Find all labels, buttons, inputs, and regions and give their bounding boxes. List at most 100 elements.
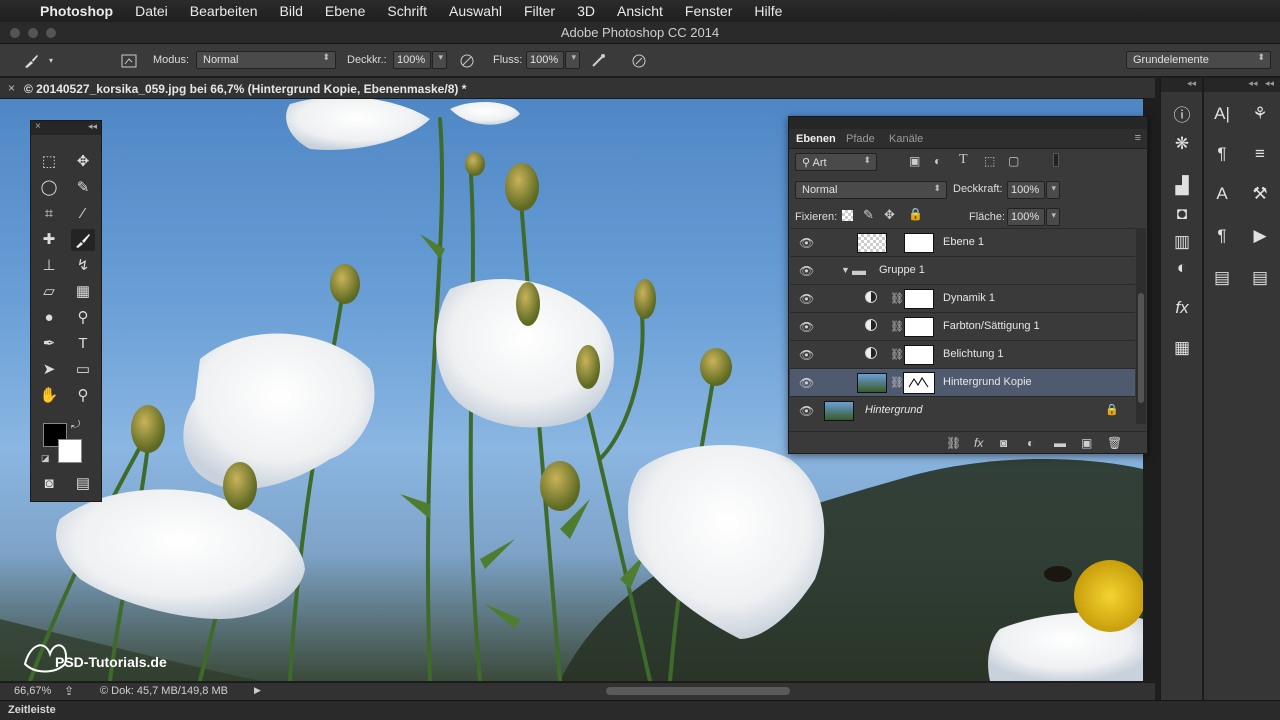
- swatches-icon[interactable]: ▦: [1168, 336, 1196, 360]
- play-icon[interactable]: ▶: [1246, 224, 1274, 248]
- brush-tool-preset-icon[interactable]: [22, 52, 40, 70]
- link-icon[interactable]: ⛓: [890, 348, 904, 361]
- trash-icon[interactable]: 🗑: [1107, 436, 1122, 450]
- default-colors-icon[interactable]: ◪: [41, 453, 50, 464]
- tab-kanaele[interactable]: Kanäle: [889, 133, 923, 145]
- lock-pixels-icon[interactable]: ✎: [863, 207, 874, 223]
- spot-healing-icon[interactable]: ✚: [37, 229, 61, 251]
- menu-app[interactable]: Photoshop: [40, 3, 113, 19]
- zoom-level[interactable]: 66,67%: [14, 685, 51, 697]
- tab-pfade[interactable]: Pfade: [846, 133, 875, 145]
- adjustments-icon[interactable]: ◐: [1168, 256, 1196, 280]
- menu-filter[interactable]: Filter: [524, 3, 555, 19]
- layer-filter-select[interactable]: ⚲ Art ⬍: [795, 153, 877, 171]
- document-tab[interactable]: × © 20140527_korsika_059.jpg bei 66,7% (…: [0, 78, 1155, 99]
- panel-menu-icon[interactable]: ≡: [1135, 132, 1141, 144]
- brush-panel-icon[interactable]: ⚘: [1246, 102, 1274, 126]
- blend-mode-select[interactable]: Normal ⬍: [795, 181, 947, 199]
- lock-all-icon[interactable]: 🔒: [908, 207, 923, 221]
- clone-stamp-icon[interactable]: ⊥: [37, 255, 61, 277]
- opacity-input[interactable]: 100%: [1007, 181, 1045, 199]
- link-layers-icon[interactable]: ⛓: [946, 436, 961, 450]
- scrollbar-thumb[interactable]: [1138, 293, 1144, 403]
- menu-ebene[interactable]: Ebene: [325, 3, 365, 19]
- layer-row-dynamik-1[interactable]: 👁 ⛓ Dynamik 1: [790, 284, 1135, 312]
- filter-shape-icon[interactable]: ⬚: [984, 154, 995, 168]
- layer-row-belichtung-1[interactable]: 👁 ⛓ Belichtung 1: [790, 340, 1135, 368]
- move-tool-icon[interactable]: ✥: [71, 151, 95, 173]
- add-mask-icon[interactable]: ◙: [1000, 436, 1007, 450]
- character-styles-icon[interactable]: A: [1208, 182, 1236, 206]
- menu-ansicht[interactable]: Ansicht: [617, 3, 663, 19]
- fluss-input[interactable]: 100%: [526, 51, 564, 69]
- layer-row-farbton-saettigung-1[interactable]: 👁 ⛓ Farbton/Sättigung 1: [790, 312, 1135, 340]
- collapse-icon[interactable]: ◂◂: [88, 121, 97, 132]
- layer-row-gruppe-1[interactable]: 👁 ▼ ▬ Gruppe 1: [790, 256, 1135, 284]
- quick-mask-icon[interactable]: ◙: [37, 473, 61, 495]
- screen-mode-icon[interactable]: ▤: [71, 473, 95, 495]
- blur-icon[interactable]: ●: [37, 307, 61, 329]
- path-selection-icon[interactable]: ➤: [37, 359, 61, 381]
- lock-position-icon[interactable]: ✥: [884, 207, 895, 223]
- navigator-icon[interactable]: ❋: [1168, 132, 1196, 156]
- character-icon[interactable]: A|: [1208, 102, 1236, 126]
- airbrush-icon[interactable]: [590, 52, 608, 70]
- history-brush-icon[interactable]: ↯: [71, 255, 95, 277]
- fluss-dropdown[interactable]: ▾: [565, 51, 580, 69]
- close-icon[interactable]: ×: [35, 121, 41, 132]
- background-color-swatch[interactable]: [58, 439, 82, 463]
- crop-icon[interactable]: ⌗: [37, 203, 61, 225]
- eye-icon[interactable]: 👁: [799, 320, 814, 334]
- layer-row-hintergrund-kopie[interactable]: 👁 ⛓ Hintergrund Kopie: [790, 368, 1135, 396]
- new-adjustment-icon[interactable]: ◐: [1027, 436, 1034, 450]
- zoom-icon[interactable]: ⚲: [71, 385, 95, 407]
- layers-scrollbar[interactable]: [1136, 228, 1146, 424]
- history-icon[interactable]: ▥: [1168, 230, 1196, 254]
- brush-presets-icon[interactable]: ≡: [1246, 142, 1274, 166]
- horizontal-scrollbar-thumb[interactable]: [606, 687, 790, 695]
- fx-icon[interactable]: fx: [974, 436, 983, 450]
- fill-input[interactable]: 100%: [1007, 208, 1045, 226]
- link-icon[interactable]: ⛓: [890, 292, 904, 305]
- deckkr-dropdown[interactable]: ▾: [432, 51, 447, 69]
- tool-presets-icon[interactable]: ⚒: [1246, 182, 1274, 206]
- menu-bearbeiten[interactable]: Bearbeiten: [190, 3, 258, 19]
- preset-dropdown-icon[interactable]: ▾: [42, 52, 60, 70]
- paragraph-icon[interactable]: ¶: [1208, 142, 1236, 166]
- fill-dropdown[interactable]: ▾: [1046, 208, 1060, 226]
- collapse-icon[interactable]: ◂◂ ◂◂: [1204, 78, 1280, 92]
- filter-smartobject-icon[interactable]: ▢: [1008, 154, 1019, 168]
- lock-transparent-icon[interactable]: [842, 210, 853, 221]
- properties-icon[interactable]: ▤: [1246, 266, 1274, 290]
- pen-icon[interactable]: ✒: [37, 333, 61, 355]
- link-icon[interactable]: ⛓: [890, 320, 904, 333]
- tools-panel-header[interactable]: × ◂◂: [31, 121, 101, 135]
- hand-icon[interactable]: ✋: [37, 385, 61, 407]
- new-layer-icon[interactable]: ▣: [1081, 436, 1092, 450]
- histogram-icon[interactable]: ▟: [1168, 174, 1196, 198]
- menu-bild[interactable]: Bild: [280, 3, 303, 19]
- opacity-dropdown[interactable]: ▾: [1046, 181, 1060, 199]
- actions-icon[interactable]: ◘: [1168, 202, 1196, 226]
- tab-ebenen[interactable]: Ebenen: [796, 133, 836, 145]
- menu-3d[interactable]: 3D: [577, 3, 595, 19]
- disclosure-triangle-icon[interactable]: ▼: [841, 265, 850, 275]
- filter-type-icon[interactable]: T: [959, 152, 968, 168]
- info-icon[interactable]: ⓘ: [1168, 104, 1196, 128]
- styles-icon[interactable]: fx: [1168, 296, 1196, 320]
- brush-icon[interactable]: [71, 229, 95, 251]
- link-icon[interactable]: ⛓: [890, 376, 904, 389]
- rectangular-marquee-icon[interactable]: ⬚: [37, 151, 61, 173]
- pressure-size-icon[interactable]: [630, 52, 648, 70]
- eraser-icon[interactable]: ▱: [37, 281, 61, 303]
- layer-row-hintergrund[interactable]: 👁 Hintergrund 🔒: [790, 396, 1135, 424]
- collapse-icon[interactable]: ◂◂: [1161, 78, 1202, 92]
- quick-selection-icon[interactable]: ✎: [71, 177, 95, 199]
- layer-row-ebene-1[interactable]: 👁 Ebene 1: [790, 228, 1135, 256]
- status-menu-arrow-icon[interactable]: ▶: [254, 685, 261, 696]
- dodge-icon[interactable]: ⚲: [71, 307, 95, 329]
- eye-icon[interactable]: 👁: [799, 236, 814, 250]
- menu-hilfe[interactable]: Hilfe: [754, 3, 782, 19]
- swap-colors-icon[interactable]: ⤾: [71, 419, 80, 432]
- brush-panel-toggle-icon[interactable]: [120, 52, 138, 70]
